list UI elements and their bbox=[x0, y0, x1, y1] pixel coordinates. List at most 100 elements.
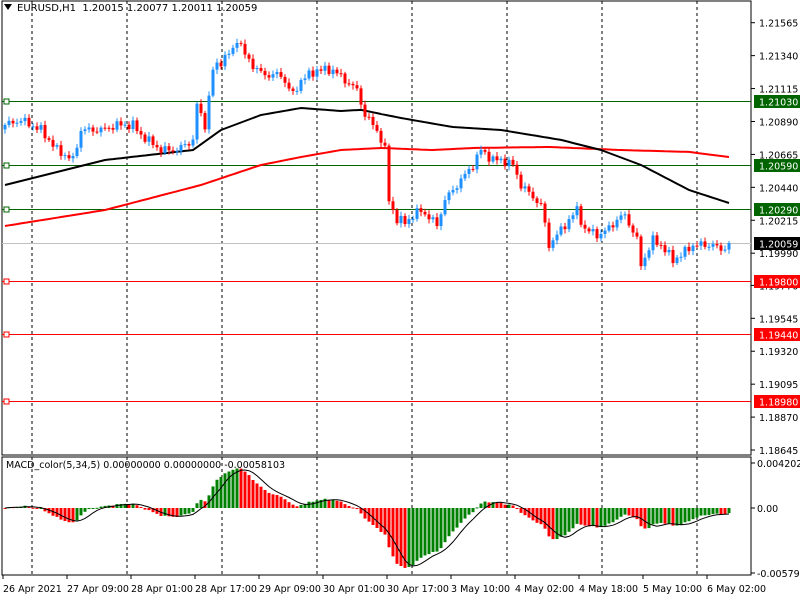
candle bbox=[3, 123, 7, 134]
candle bbox=[507, 156, 511, 171]
candle-body bbox=[91, 127, 95, 132]
time-tick-label: 30 Apr 01:00 bbox=[323, 584, 385, 595]
candle-body bbox=[451, 189, 455, 193]
macd-histogram-bar bbox=[395, 508, 399, 564]
candle bbox=[707, 243, 711, 251]
macd-value-2: 0.00000000 bbox=[163, 460, 222, 471]
candle bbox=[43, 120, 47, 143]
candle-body bbox=[263, 70, 267, 76]
candle-body bbox=[611, 225, 615, 228]
macd-histogram-bar bbox=[307, 501, 311, 508]
candle-body bbox=[527, 186, 531, 192]
candle bbox=[107, 125, 111, 132]
candle-body bbox=[375, 125, 379, 131]
macd-histogram-bar bbox=[387, 508, 391, 548]
candle-body bbox=[727, 243, 731, 250]
candle bbox=[327, 62, 331, 76]
macd-histogram-bar bbox=[219, 476, 223, 508]
candle-body bbox=[399, 215, 403, 224]
macd-histogram-bar bbox=[507, 504, 511, 508]
candle bbox=[247, 52, 251, 63]
candle-body bbox=[667, 249, 671, 253]
macd-histogram-bar bbox=[287, 502, 291, 508]
candle bbox=[463, 170, 467, 181]
candle-body bbox=[79, 131, 83, 148]
macd-histogram-bar bbox=[295, 506, 299, 508]
candle-body bbox=[419, 208, 423, 212]
macd-histogram-bar bbox=[627, 508, 631, 516]
candle bbox=[11, 118, 15, 128]
candle-body bbox=[423, 211, 427, 215]
candle-body bbox=[551, 240, 555, 248]
candle-body bbox=[95, 131, 99, 133]
candle-body bbox=[295, 90, 299, 92]
candle bbox=[131, 116, 135, 133]
candle bbox=[243, 39, 247, 59]
candle-body bbox=[651, 235, 655, 251]
candle bbox=[307, 67, 311, 81]
candle-body bbox=[303, 78, 307, 80]
macd-histogram-bar bbox=[83, 508, 87, 512]
macd-histogram-bar bbox=[267, 492, 271, 508]
candle bbox=[379, 128, 383, 147]
candle-body bbox=[63, 155, 67, 157]
candle bbox=[443, 195, 447, 217]
candle-body bbox=[523, 186, 527, 189]
candle bbox=[691, 243, 695, 256]
level-handle bbox=[3, 98, 10, 105]
macd-histogram-bar bbox=[143, 508, 147, 510]
candle-body bbox=[335, 69, 339, 74]
candle-body bbox=[603, 230, 607, 234]
candle bbox=[499, 156, 503, 164]
candle-body bbox=[207, 95, 211, 130]
candle-body bbox=[699, 241, 703, 246]
candle-body bbox=[619, 215, 623, 220]
candle bbox=[83, 126, 87, 135]
candle-body bbox=[359, 88, 363, 105]
macd-histogram-bar bbox=[271, 494, 275, 508]
candle-body bbox=[579, 206, 583, 225]
macd-histogram-bar bbox=[75, 508, 79, 521]
candle bbox=[539, 198, 543, 206]
candle-body bbox=[435, 217, 439, 227]
candle-body bbox=[679, 256, 683, 258]
candle-body bbox=[283, 76, 287, 83]
candle-body bbox=[143, 134, 147, 142]
candle bbox=[351, 81, 355, 90]
candle bbox=[335, 67, 339, 77]
candle-body bbox=[287, 82, 291, 89]
candle-body bbox=[19, 121, 23, 123]
macd-histogram-bar bbox=[179, 508, 183, 516]
macd-histogram-bar bbox=[607, 508, 611, 524]
candle bbox=[227, 49, 231, 59]
macd-histogram-bar bbox=[671, 508, 675, 526]
candle-body bbox=[439, 214, 443, 227]
macd-histogram-bar bbox=[407, 508, 411, 567]
price-tick-label: 1.21565 bbox=[759, 19, 798, 30]
macd-histogram-bar bbox=[35, 508, 39, 509]
candle-body bbox=[187, 144, 191, 146]
candle-body bbox=[139, 131, 143, 135]
candle-body bbox=[475, 154, 479, 170]
candle-body bbox=[499, 158, 503, 161]
candle-body bbox=[135, 120, 139, 132]
candle-body bbox=[407, 219, 411, 225]
candle bbox=[419, 204, 423, 217]
candle bbox=[403, 213, 407, 227]
candle-body bbox=[503, 158, 507, 167]
candle-body bbox=[199, 103, 203, 114]
candle-body bbox=[531, 191, 535, 199]
candle bbox=[723, 245, 727, 253]
candle bbox=[211, 66, 215, 98]
price-chart[interactable]: 1.215651.213401.211151.208901.206651.204… bbox=[0, 0, 800, 600]
macd-histogram-bar bbox=[435, 508, 439, 552]
candle bbox=[395, 208, 399, 226]
candle bbox=[343, 71, 347, 88]
candle-body bbox=[99, 127, 103, 133]
candle bbox=[447, 190, 451, 205]
candle-body bbox=[711, 244, 715, 247]
macd-histogram-bar bbox=[283, 499, 287, 508]
macd-value-1: 0.00000000 bbox=[103, 460, 161, 471]
level-price-label: 1.21030 bbox=[759, 98, 798, 109]
candle-body bbox=[387, 145, 391, 202]
